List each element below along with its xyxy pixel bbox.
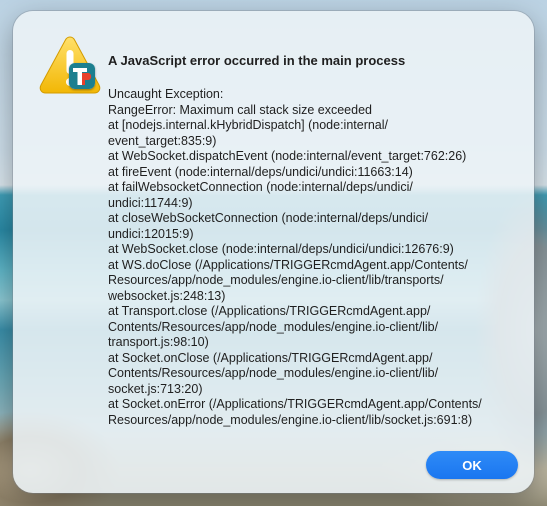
message-line: transport.js:98:10) (108, 335, 209, 349)
message-line: at closeWebSocketConnection (node:intern… (108, 211, 429, 225)
error-message: Uncaught Exception: RangeError: Maximum … (108, 87, 523, 428)
message-line: Resources/app/node_modules/engine.io-cli… (108, 412, 473, 427)
message-line: at fireEvent (node:internal/deps/undici/… (108, 164, 413, 179)
message-line: at WS.doClose (/Applications/TRIGGERcmdA… (108, 257, 468, 272)
message-line: at Socket.onClose (/Applications/TRIGGER… (108, 350, 433, 365)
dialog-content: A JavaScript error occurred in the main … (108, 51, 523, 428)
message-line: Contents/Resources/app/node_modules/engi… (108, 319, 439, 334)
message-line: RangeError: Maximum call stack size exce… (108, 102, 372, 117)
message-line: at failWebsocketConnection (node:interna… (108, 180, 413, 194)
message-line: undici:11744:9) (108, 195, 193, 210)
message-line: event_target:835:9) (108, 133, 217, 148)
warning-triangle-icon (37, 33, 103, 99)
message-line: at Transport.close (/Applications/TRIGGE… (108, 304, 431, 318)
message-line: undici:12015:9) (108, 226, 194, 241)
message-line: at WebSocket.dispatchEvent (node:interna… (108, 149, 467, 163)
message-line: at [nodejs.internal.kHybridDispatch] (no… (108, 118, 389, 132)
message-line: socket.js:713:20) (108, 381, 203, 396)
message-line: at Socket.onError (/Applications/TRIGGER… (108, 397, 482, 411)
ok-button[interactable]: OK (426, 451, 518, 479)
error-dialog: A JavaScript error occurred in the main … (13, 11, 534, 493)
dialog-title: A JavaScript error occurred in the main … (108, 53, 406, 68)
message-line: Uncaught Exception: (108, 87, 224, 101)
app-badge-icon (69, 63, 95, 89)
message-line: Resources/app/node_modules/engine.io-cli… (108, 273, 444, 287)
message-line: websocket.js:248:13) (108, 288, 226, 303)
message-line: Contents/Resources/app/node_modules/engi… (108, 366, 439, 380)
message-line: at WebSocket.close (node:internal/deps/u… (108, 242, 454, 256)
